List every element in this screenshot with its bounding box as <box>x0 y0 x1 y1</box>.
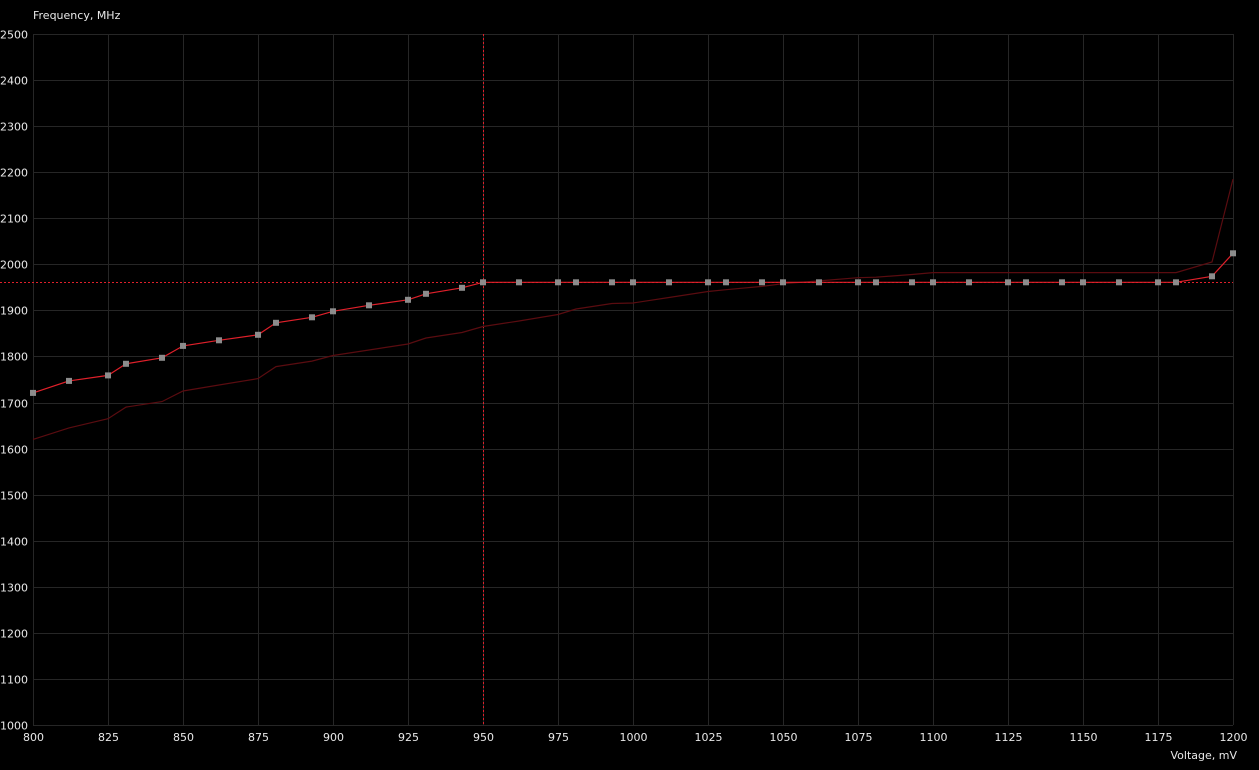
x-tick-label: 800 <box>23 731 44 744</box>
curve-point-handle[interactable] <box>609 279 615 286</box>
curve-point-handle[interactable] <box>159 354 165 361</box>
curve-point-handle[interactable] <box>705 279 711 286</box>
vf-curve-plot[interactable]: 800 825 850 875 900 925 950 975 1000 1025 1050 1075… <box>0 0 1259 770</box>
curve-point-handle[interactable] <box>873 279 879 286</box>
curve-point-handle[interactable] <box>780 279 786 286</box>
curve-point-handle[interactable] <box>459 284 465 291</box>
y-tick-label: 2500 <box>0 29 28 42</box>
curve-point-handle[interactable] <box>123 360 129 367</box>
curve-point-handle[interactable] <box>1005 279 1011 286</box>
curve-point-handle[interactable] <box>966 279 972 286</box>
vf-curve-editor[interactable]: Frequency, MHz Voltage, mV 800 825 850 875 9… <box>0 0 1259 770</box>
y-tick-label: 1900 <box>0 305 28 318</box>
y-tick-label: 1700 <box>0 398 28 411</box>
curve-point-handle[interactable] <box>555 279 561 286</box>
curve-point-handle[interactable] <box>1173 279 1179 286</box>
x-tick-label: 1025 <box>695 731 723 744</box>
curve-point-handle[interactable] <box>366 302 372 309</box>
curve-point-handle[interactable] <box>423 290 429 297</box>
y-tick-label: 1500 <box>0 490 28 503</box>
curve-point-handle[interactable] <box>309 314 315 321</box>
x-tick-label: 1150 <box>1070 731 1098 744</box>
x-tick-label: 1175 <box>1145 731 1173 744</box>
y-tick-label: 1000 <box>0 720 28 733</box>
curve-point-handle[interactable] <box>759 279 765 286</box>
y-tick-label: 1200 <box>0 628 28 641</box>
curve-point-handle[interactable] <box>516 279 522 286</box>
y-tick-label: 2200 <box>0 167 28 180</box>
x-tick-label: 1075 <box>845 731 873 744</box>
curve-point-handle[interactable] <box>723 279 729 286</box>
x-tick-label: 1000 <box>620 731 648 744</box>
curve-point-handle[interactable] <box>855 279 861 286</box>
curve-point-handle[interactable] <box>216 337 222 344</box>
curve-point-handle[interactable] <box>180 342 186 349</box>
curve-point-handle[interactable] <box>630 279 636 286</box>
x-tick-label: 1125 <box>995 731 1023 744</box>
curve-point-handle[interactable] <box>1155 279 1161 286</box>
x-tick-label: 900 <box>323 731 344 744</box>
curve-point-handle[interactable] <box>1116 279 1122 286</box>
curve-point-handle[interactable] <box>405 296 411 303</box>
curve-point-handle[interactable] <box>909 279 915 286</box>
curve-point-handle[interactable] <box>1230 250 1236 257</box>
curve-point-handle[interactable] <box>255 331 261 338</box>
curve-point-handle[interactable] <box>1080 279 1086 286</box>
curve-point-handle[interactable] <box>480 279 486 286</box>
x-tick-label: 925 <box>398 731 419 744</box>
curve-point-handle[interactable] <box>930 279 936 286</box>
x-tick-label: 850 <box>173 731 194 744</box>
curve-point-handle[interactable] <box>1059 279 1065 286</box>
x-tick-label: 875 <box>248 731 269 744</box>
curve-point-handle[interactable] <box>1023 279 1029 286</box>
curve-point-handle[interactable] <box>66 377 72 384</box>
curve-point-handle[interactable] <box>273 319 279 326</box>
y-tick-label: 2300 <box>0 121 28 134</box>
y-tick-label: 1400 <box>0 536 28 549</box>
y-tick-label: 1100 <box>0 674 28 687</box>
curve-point-handle[interactable] <box>330 308 336 315</box>
curve-point-handle[interactable] <box>30 389 36 396</box>
curve-point-handle[interactable] <box>573 279 579 286</box>
y-tick-label: 2400 <box>0 75 28 88</box>
x-tick-label: 1050 <box>770 731 798 744</box>
y-tick-label: 1300 <box>0 582 28 595</box>
curve-point-handle[interactable] <box>1209 273 1215 280</box>
x-tick-label: 1200 <box>1220 731 1248 744</box>
x-tick-label: 950 <box>473 731 494 744</box>
x-tick-label: 975 <box>548 731 569 744</box>
y-tick-label: 1600 <box>0 444 28 457</box>
y-tick-label: 1800 <box>0 351 28 364</box>
y-tick-label: 2100 <box>0 213 28 226</box>
y-tick-label: 2000 <box>0 259 28 272</box>
curve-point-handle[interactable] <box>666 279 672 286</box>
curve-point-handle[interactable] <box>105 372 111 379</box>
x-tick-label: 825 <box>98 731 119 744</box>
curve-point-handle[interactable] <box>816 279 822 286</box>
x-tick-label: 1100 <box>920 731 948 744</box>
